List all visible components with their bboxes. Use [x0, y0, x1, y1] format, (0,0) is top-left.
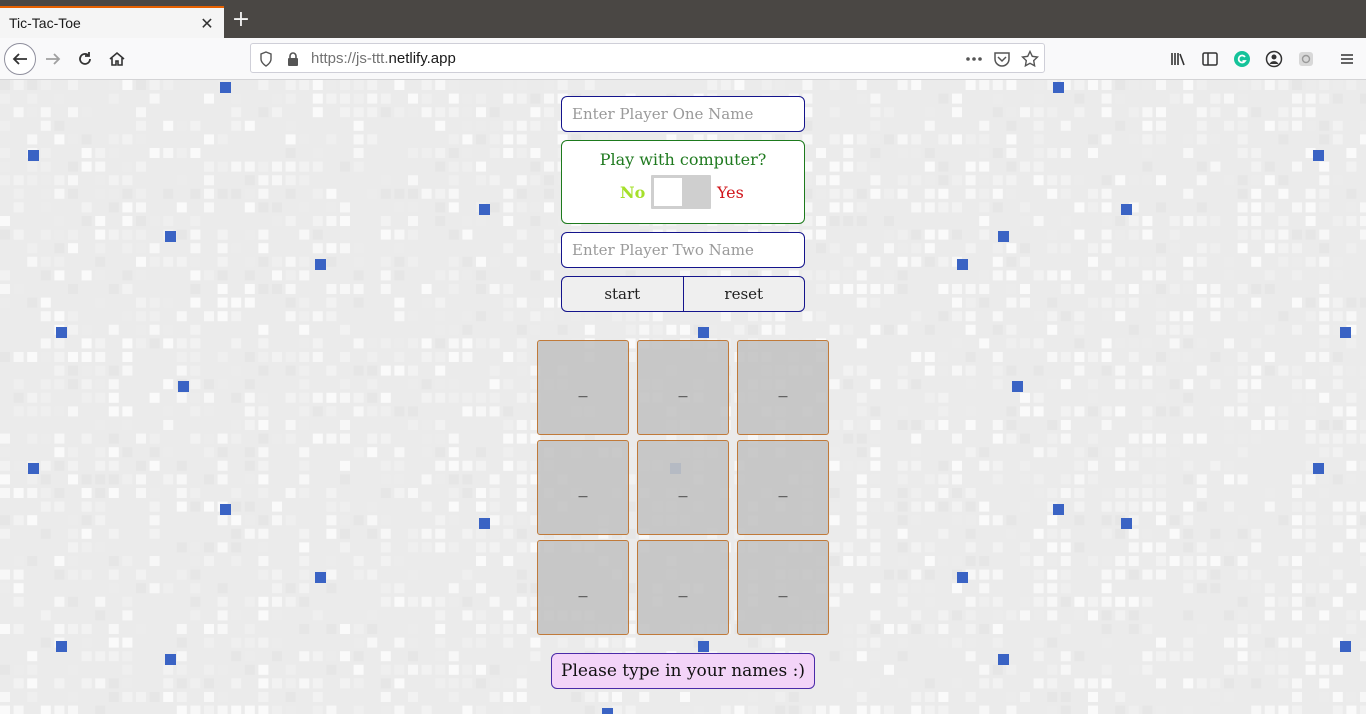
board-cell-2[interactable]: _ [637, 340, 729, 435]
board-cell-4[interactable]: _ [537, 440, 629, 535]
reload-button[interactable] [69, 43, 101, 75]
hamburger-menu-icon [1341, 54, 1353, 64]
extension-button[interactable] [1290, 43, 1322, 75]
computer-toggle-panel: Play with computer? No Yes [561, 140, 805, 224]
account-button[interactable] [1258, 43, 1290, 75]
home-icon [109, 51, 125, 66]
grammarly-icon [1234, 51, 1250, 67]
menu-button[interactable] [1331, 43, 1363, 75]
library-icon [1171, 53, 1185, 66]
browser-titlebar: Tic-Tac-Toe ✕ + [0, 0, 1366, 38]
reload-icon [79, 52, 91, 65]
board-cell-7[interactable]: _ [537, 540, 629, 635]
extension-icon [1299, 52, 1313, 66]
library-button[interactable] [1162, 43, 1194, 75]
back-arrow-icon [12, 53, 27, 65]
start-button[interactable]: start [562, 277, 683, 311]
url-text: https://js-ttt.netlify.app [311, 50, 456, 67]
toggle-knob [654, 178, 682, 206]
sidebar-button[interactable] [1194, 43, 1226, 75]
game-board: _ _ _ _ _ _ _ _ _ [537, 340, 829, 635]
board-cell-9[interactable]: _ [737, 540, 829, 635]
button-group: start reset [561, 276, 805, 312]
board-cell-1[interactable]: _ [537, 340, 629, 435]
grammarly-button[interactable] [1226, 43, 1258, 75]
page-body: Play with computer? No Yes start reset _… [0, 80, 1366, 714]
bookmark-star-icon[interactable] [1019, 48, 1041, 70]
computer-question: Play with computer? [599, 150, 767, 169]
forward-arrow-icon [46, 53, 61, 65]
board-cell-3[interactable]: _ [737, 340, 829, 435]
close-tab-icon[interactable]: ✕ [196, 14, 218, 33]
computer-toggle-switch[interactable] [651, 175, 711, 209]
status-message: Please type in your names :) [551, 653, 815, 689]
player-one-name-input[interactable] [561, 96, 805, 132]
sidebar-icon [1202, 52, 1218, 66]
board-cell-6[interactable]: _ [737, 440, 829, 535]
browser-tab[interactable]: Tic-Tac-Toe ✕ [0, 6, 224, 38]
board-cell-8[interactable]: _ [637, 540, 729, 635]
tab-title: Tic-Tac-Toe [9, 15, 81, 31]
browser-navbar: https://js-ttt.netlify.app [0, 38, 1366, 80]
pocket-icon[interactable] [991, 48, 1013, 70]
back-button[interactable] [4, 43, 36, 75]
new-tab-icon[interactable]: + [229, 8, 253, 32]
lock-icon[interactable] [282, 48, 304, 70]
toggle-yes-label: Yes [717, 183, 744, 202]
account-icon [1265, 50, 1283, 68]
reset-button[interactable]: reset [682, 277, 805, 311]
player-two-name-input[interactable] [561, 232, 805, 268]
forward-button[interactable] [37, 43, 69, 75]
more-options-icon[interactable] [963, 48, 985, 70]
home-button[interactable] [101, 43, 133, 75]
url-bar[interactable]: https://js-ttt.netlify.app [250, 43, 1045, 73]
board-cell-5[interactable]: _ [637, 440, 729, 535]
toggle-no-label: No [620, 183, 646, 202]
shield-icon[interactable] [255, 48, 277, 70]
